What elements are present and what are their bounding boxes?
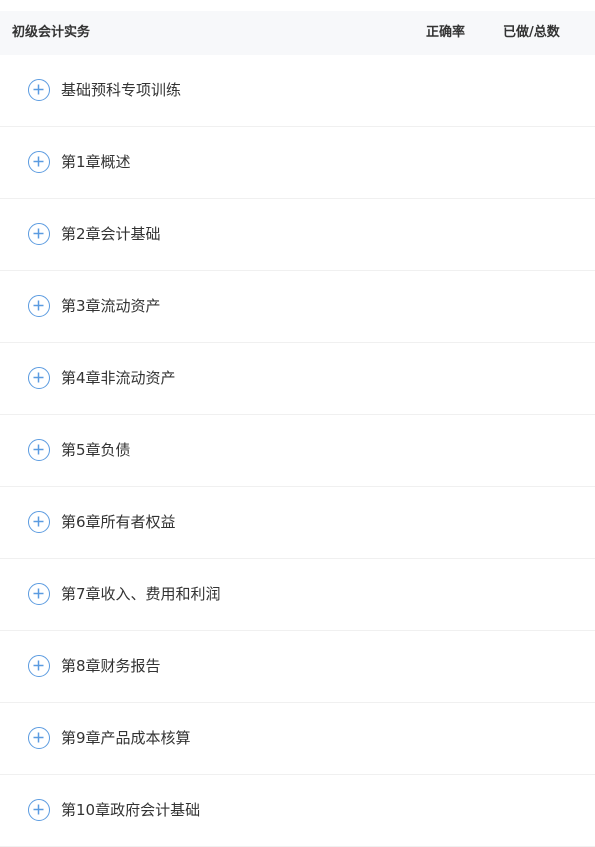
accuracy-column-header: 正确率 xyxy=(426,25,466,40)
plus-circle-icon[interactable] xyxy=(28,295,50,317)
chapter-row[interactable]: 第9章产品成本核算 xyxy=(0,703,595,775)
plus-circle-icon[interactable] xyxy=(28,439,50,461)
chapter-row[interactable]: 第3章流动资产 xyxy=(0,271,595,343)
progress-column-header: 已做/总数 xyxy=(503,25,560,40)
chapter-label: 第2章会计基础 xyxy=(61,225,161,243)
chapter-label: 第1章概述 xyxy=(61,153,131,171)
table-header: 初级会计实务 正确率 已做/总数 xyxy=(0,11,595,55)
chapter-row[interactable]: 第5章负债 xyxy=(0,415,595,487)
plus-circle-icon[interactable] xyxy=(28,655,50,677)
chapter-label: 第7章收入、费用和利润 xyxy=(61,585,221,603)
chapter-label: 第10章政府会计基础 xyxy=(61,801,201,819)
plus-circle-icon[interactable] xyxy=(28,511,50,533)
subject-title: 初级会计实务 xyxy=(12,25,91,40)
plus-circle-icon[interactable] xyxy=(28,223,50,245)
chapter-row[interactable]: 第8章财务报告 xyxy=(0,631,595,703)
plus-circle-icon[interactable] xyxy=(28,367,50,389)
chapter-label: 第6章所有者权益 xyxy=(61,513,176,531)
chapter-label: 第8章财务报告 xyxy=(61,657,161,675)
chapter-row[interactable]: 第1章概述 xyxy=(0,127,595,199)
chapter-row[interactable]: 第10章政府会计基础 xyxy=(0,775,595,847)
chapter-label: 第9章产品成本核算 xyxy=(61,729,191,747)
plus-circle-icon[interactable] xyxy=(28,727,50,749)
chapter-label: 基础预科专项训练 xyxy=(61,81,182,99)
chapter-row[interactable]: 基础预科专项训练 xyxy=(0,55,595,127)
chapter-list: 基础预科专项训练 第1章概述 第2章会计基础 第3章流动资产 第4章非流动资产 … xyxy=(0,55,595,847)
plus-circle-icon[interactable] xyxy=(28,799,50,821)
plus-circle-icon[interactable] xyxy=(28,79,50,101)
chapter-label: 第5章负债 xyxy=(61,441,131,459)
chapter-row[interactable]: 第7章收入、费用和利润 xyxy=(0,559,595,631)
plus-circle-icon[interactable] xyxy=(28,151,50,173)
chapter-row[interactable]: 第4章非流动资产 xyxy=(0,343,595,415)
chapter-row[interactable]: 第2章会计基础 xyxy=(0,199,595,271)
chapter-row[interactable]: 第6章所有者权益 xyxy=(0,487,595,559)
chapter-label: 第4章非流动资产 xyxy=(61,369,176,387)
plus-circle-icon[interactable] xyxy=(28,583,50,605)
chapter-label: 第3章流动资产 xyxy=(61,297,161,315)
